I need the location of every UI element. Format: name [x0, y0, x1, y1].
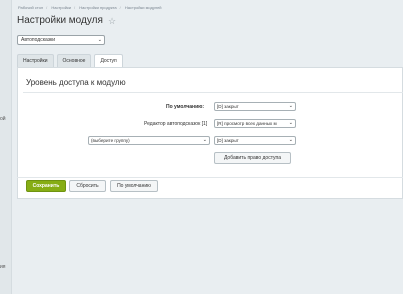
- tab-access[interactable]: Доступ: [94, 54, 123, 67]
- default-access-select[interactable]: [D] закрыт ⌄: [214, 102, 296, 111]
- footer-divider: [17, 177, 403, 178]
- default-access-value: [D] закрыт: [217, 104, 239, 109]
- module-select[interactable]: Автоподсказки ⌄: [17, 35, 105, 45]
- panel-header: Уровень доступа к модулю: [23, 74, 403, 93]
- sidebar-fragment-2: ия: [0, 264, 6, 270]
- chevron-down-icon: ⌄: [287, 103, 293, 110]
- left-sidebar-edge: ой ия: [0, 0, 12, 294]
- editor-access-label: Редактор автоподсказок [1]: [144, 121, 208, 127]
- breadcrumb-item[interactable]: Настройки продукта: [79, 5, 116, 10]
- tab-main[interactable]: Основное: [56, 54, 92, 67]
- save-button[interactable]: Сохранить: [26, 180, 66, 192]
- sidebar-fragment-1: ой: [0, 116, 6, 122]
- breadcrumb: Рабочий стол / Настройки / Настройки проду…: [18, 5, 162, 10]
- breadcrumb-item[interactable]: Настройки модулей: [125, 5, 162, 10]
- editor-access-value: [R] просмотр всех данных м: [217, 121, 277, 126]
- editor-access-select[interactable]: [R] просмотр всех данных м ⌄: [214, 119, 296, 128]
- breadcrumb-item[interactable]: Рабочий стол: [18, 5, 43, 10]
- breadcrumb-item[interactable]: Настройки: [51, 5, 71, 10]
- chevron-down-icon: ⌄: [287, 137, 293, 144]
- default-access-label: По умолчанию:: [166, 104, 205, 110]
- module-select-value: Автоподсказки: [21, 37, 55, 43]
- page-title: Настройки модуля: [17, 15, 103, 26]
- reset-button[interactable]: Сбросить: [69, 180, 106, 192]
- tab-bar: Настройки Основное Доступ: [17, 54, 126, 67]
- chevron-down-icon: ⌄: [97, 37, 102, 43]
- group-access-select[interactable]: [D] закрыт ⌄: [214, 136, 296, 145]
- group-access-value: [D] закрыт: [217, 138, 239, 143]
- group-select-value: (выберите группу): [91, 138, 130, 143]
- tab-settings[interactable]: Настройки: [17, 54, 54, 67]
- star-icon[interactable]: ☆: [108, 16, 116, 27]
- chevron-down-icon: ⌄: [201, 137, 207, 144]
- panel-title: Уровень доступа к модулю: [26, 78, 126, 87]
- group-select[interactable]: (выберите группу) ⌄: [88, 136, 210, 145]
- add-access-button[interactable]: Добавить право доступа: [214, 152, 291, 164]
- chevron-down-icon: ⌄: [287, 120, 293, 127]
- defaults-button[interactable]: По умолчанию: [110, 180, 158, 192]
